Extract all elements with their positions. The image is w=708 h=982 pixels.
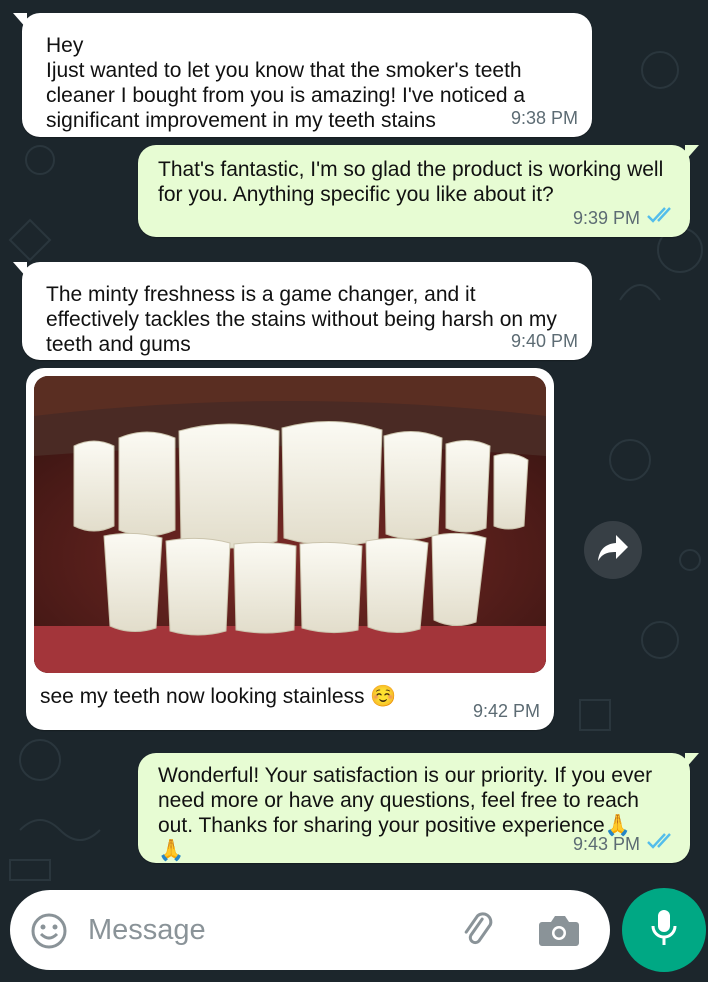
- bubble-tail: [685, 145, 699, 161]
- message-text: That's fantastic, I'm so glad the produc…: [158, 158, 670, 206]
- bubble-tail: [13, 262, 27, 278]
- bubble-tail: [685, 753, 699, 769]
- message-time: 9:40 PM: [510, 331, 578, 351]
- bubble-tail: [13, 13, 27, 29]
- double-check-icon: [646, 206, 676, 231]
- message-time: 9:38 PM: [510, 108, 578, 128]
- voice-record-button[interactable]: [622, 888, 706, 972]
- outgoing-message[interactable]: That's fantastic, I'm so glad the produc…: [138, 145, 699, 237]
- outgoing-message[interactable]: Wonderful! Your satisfaction is our prio…: [138, 753, 699, 863]
- message-text: The minty freshness is a game changer, a…: [46, 283, 563, 356]
- image-caption: see my teeth now looking stainless ☺️: [40, 685, 397, 708]
- microphone-icon: [649, 908, 679, 953]
- double-check-icon: [646, 832, 676, 857]
- forward-button[interactable]: [584, 521, 642, 579]
- teeth-photo[interactable]: [34, 376, 546, 673]
- emoji-icon[interactable]: [30, 912, 68, 955]
- paperclip-icon[interactable]: [458, 910, 498, 955]
- forward-arrow-icon: [596, 533, 630, 568]
- message-time: 9:42 PM: [472, 701, 540, 721]
- message-input[interactable]: Message: [88, 914, 206, 947]
- incoming-image-message[interactable]: see my teeth now looking stainless ☺️ 9:…: [26, 368, 554, 730]
- message-time: 9:39 PM: [572, 208, 640, 228]
- message-text: Hey Ijust wanted to let you know that th…: [46, 34, 526, 132]
- camera-icon[interactable]: [538, 912, 580, 953]
- incoming-message[interactable]: Hey Ijust wanted to let you know that th…: [13, 13, 592, 137]
- message-time: 9:43 PM: [572, 834, 640, 854]
- message-composer[interactable]: Message: [10, 890, 610, 970]
- incoming-message[interactable]: The minty freshness is a game changer, a…: [13, 262, 592, 360]
